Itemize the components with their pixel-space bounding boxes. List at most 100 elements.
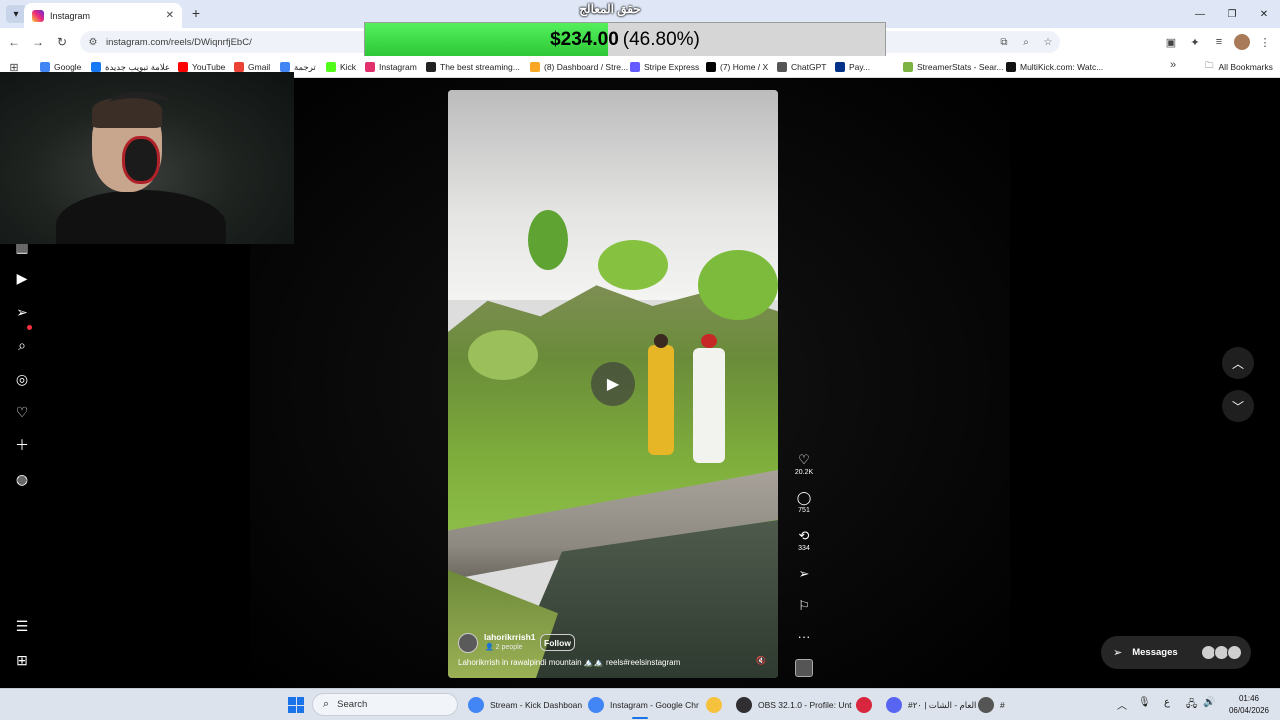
reels-icon[interactable]: ▶ xyxy=(12,268,32,288)
extension-icon[interactable]: ▣ xyxy=(1162,32,1180,52)
donation-percent: (46.80%) xyxy=(622,28,700,50)
bookmark-instagram[interactable]: Instagram xyxy=(365,58,417,76)
bookmark-streamerstats[interactable]: StreamerStats - Sear... xyxy=(903,58,1003,76)
chat-app-icon xyxy=(978,697,994,713)
video-person-yellow xyxy=(648,345,674,455)
windows-start-icon[interactable] xyxy=(288,697,304,713)
minimize-icon[interactable]: — xyxy=(1184,0,1216,28)
video-person-cap xyxy=(701,334,717,348)
chatgpt-favicon-icon xyxy=(777,62,787,72)
bookmark-kick[interactable]: Kick xyxy=(326,58,356,76)
taskbar-app-label: Instagram - Google Chr xyxy=(610,700,699,710)
taskbar-app-file-explorer[interactable] xyxy=(706,692,728,718)
reel-people-count: 2 people xyxy=(495,644,523,651)
follow-button[interactable]: Follow xyxy=(540,634,575,651)
new-tab-button[interactable]: + xyxy=(188,4,204,22)
more-bookmarks-icon[interactable]: » xyxy=(1170,59,1176,71)
original-audio-thumbnail[interactable] xyxy=(795,659,813,677)
mute-icon[interactable]: 🔇 xyxy=(755,654,767,666)
zoom-icon[interactable]: ⌕ xyxy=(1018,33,1034,51)
play-icon[interactable]: ▶ xyxy=(591,362,635,406)
create-plus-icon[interactable]: ＋ xyxy=(12,435,32,455)
explore-compass-icon[interactable]: ◎ xyxy=(12,369,32,389)
taskbar-app-discord[interactable]: #العام - الشات | ٢٠ xyxy=(886,692,976,718)
taskbar-app-obs[interactable]: OBS 32.1.0 - Profile: Unt xyxy=(736,692,852,718)
bookmark-label: ChatGPT xyxy=(791,62,827,72)
close-window-icon[interactable]: ✕ xyxy=(1248,0,1280,28)
search-icon[interactable]: ⌕ xyxy=(12,335,32,355)
messages-button[interactable]: ➢ Messages xyxy=(1101,636,1251,669)
bookmark-streaming[interactable]: The best streaming... xyxy=(426,58,520,76)
bookmark-star-icon[interactable]: ☆ xyxy=(1040,33,1056,51)
like-count: 20.2K xyxy=(794,469,814,476)
previous-reel-chevron-up-icon[interactable]: ︿ xyxy=(1222,347,1254,379)
profile-avatar-icon[interactable]: ◍ xyxy=(12,469,32,489)
browser-tab-instagram[interactable]: Instagram ✕ xyxy=(24,3,182,28)
bookmark-dashboard[interactable]: (8) Dashboard / Stre... xyxy=(530,58,628,76)
reload-icon[interactable]: ↻ xyxy=(52,32,72,52)
like-button[interactable]: ♡ 20.2K xyxy=(790,452,818,476)
bookmark-chatgpt[interactable]: ChatGPT xyxy=(777,58,826,76)
install-app-icon[interactable]: ⧉ xyxy=(996,33,1012,51)
microphone-icon[interactable]: 🎙 xyxy=(1138,697,1151,708)
notifications-heart-icon[interactable]: ♡ xyxy=(12,402,32,422)
taskbar-clock[interactable]: 01:46 06/04/2026 xyxy=(1224,693,1274,717)
direct-messages-icon[interactable]: ➢ xyxy=(12,302,32,322)
bookmark-x-home[interactable]: (7) Home / X xyxy=(706,58,768,76)
chrome-menu-icon[interactable]: ⋮ xyxy=(1256,32,1274,52)
paypal-favicon-icon xyxy=(835,62,845,72)
profile-avatar[interactable] xyxy=(1234,34,1250,50)
reel-author-avatar[interactable] xyxy=(458,633,478,653)
media-controls-icon[interactable]: ≡ xyxy=(1210,32,1228,52)
instagram-favicon-icon xyxy=(365,62,375,72)
restore-icon[interactable]: ❐ xyxy=(1216,0,1248,28)
reel-caption[interactable]: Lahorikrrish in rawalpindi mountain 🏔️🏔️… xyxy=(458,658,748,667)
taskbar-search[interactable]: ⌕ Search xyxy=(312,693,458,716)
also-from-meta-icon[interactable]: ⊞ xyxy=(12,650,32,670)
bookmark-stripe[interactable]: Stripe Express xyxy=(630,58,699,76)
tab-close-icon[interactable]: ✕ xyxy=(166,10,174,21)
taskbar-app-instagram-chrome[interactable]: Instagram - Google Chr xyxy=(588,692,699,719)
site-info-icon[interactable]: ⚙ xyxy=(86,35,100,49)
taskbar-app-label: Stream - Kick Dashboan xyxy=(490,700,583,710)
taskbar-app-chat-app[interactable]: # xyxy=(978,692,1005,718)
network-icon[interactable]: 🖧 xyxy=(1186,697,1197,714)
all-bookmarks-button[interactable]: 🗀 All Bookmarks xyxy=(1205,58,1273,76)
address-url[interactable]: instagram.com/reels/DWiqnrfjEbC/ xyxy=(106,37,252,48)
save-button[interactable]: ⚐ xyxy=(790,598,818,614)
reel-collab-people[interactable]: 👤 2 people xyxy=(485,643,523,651)
bookmark-label: ترجمة xyxy=(294,61,316,72)
extensions-puzzle-icon[interactable]: ✦ xyxy=(1186,32,1204,52)
instagram-favicon-icon xyxy=(32,9,44,22)
taskbar-app-label: # xyxy=(1000,700,1005,710)
next-reel-chevron-down-icon[interactable]: ﹀ xyxy=(1222,390,1254,422)
repost-button[interactable]: ⟲ 334 xyxy=(790,528,818,552)
share-send-icon: ➢ xyxy=(798,566,810,581)
tab-title: Instagram xyxy=(50,10,91,21)
bookmark-multikick[interactable]: MultiKick.com: Watc... xyxy=(1006,58,1103,76)
volume-icon[interactable]: 🔊 xyxy=(1203,697,1215,708)
bookmark-label: (8) Dashboard / Stre... xyxy=(544,62,629,72)
video-bush xyxy=(598,240,668,290)
message-avatar xyxy=(1227,645,1242,660)
tray-chevron-up-icon[interactable]: ︿ xyxy=(1117,697,1127,712)
bookmark-paypal[interactable]: Pay... xyxy=(835,58,870,76)
bookmark-label: Gmail xyxy=(248,62,271,72)
more-options-button[interactable]: ··· xyxy=(790,628,818,644)
file-explorer-icon xyxy=(706,697,722,713)
comment-button[interactable]: ◯ 751 xyxy=(790,490,818,514)
dashboard-favicon-icon xyxy=(530,62,540,72)
webcam-headphone-band xyxy=(110,92,170,114)
language-indicator[interactable]: ع xyxy=(1164,697,1170,708)
reel-author-username[interactable]: lahorikrrish1 xyxy=(484,632,536,642)
back-icon[interactable]: ← xyxy=(4,32,24,52)
heart-icon: ♡ xyxy=(798,452,810,467)
tab-search-button[interactable]: ▾ xyxy=(6,5,26,23)
share-button[interactable]: ➢ xyxy=(790,566,818,582)
forward-icon[interactable]: → xyxy=(28,32,48,52)
google-favicon-icon xyxy=(40,62,50,72)
taskbar-app-app-red[interactable] xyxy=(856,692,878,718)
windows-taskbar: ⌕ Search Stream - Kick Dashboan Instagram… xyxy=(0,688,1280,720)
more-menu-icon[interactable]: ☰ xyxy=(12,616,32,636)
taskbar-app-kick-dashboard[interactable]: Stream - Kick Dashboan xyxy=(468,692,582,718)
